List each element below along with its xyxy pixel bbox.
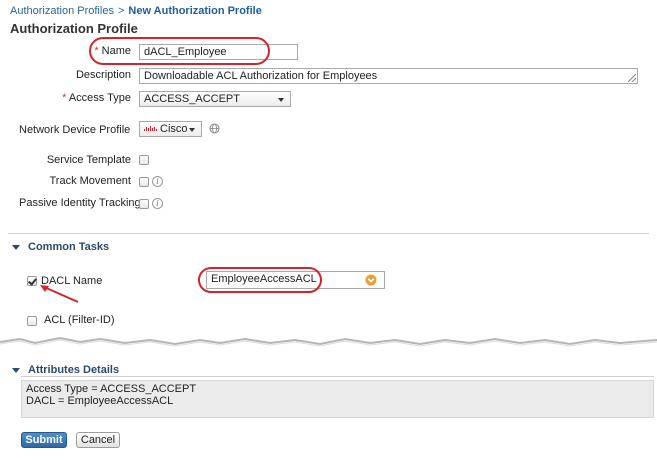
attribute-access-type: Access Type = ACCESS_ACCEPT <box>26 383 197 395</box>
network-device-profile-value: Cisco <box>160 123 188 135</box>
acl-filter-id-checkbox[interactable] <box>27 316 37 326</box>
info-icon[interactable]: i <box>152 176 163 187</box>
breadcrumb: Authorization Profiles > New Authorization… <box>10 5 262 17</box>
section-divider <box>21 376 654 377</box>
passive-identity-tracking-label: Passive Identity Tracking <box>19 197 141 209</box>
resize-grip-icon[interactable] <box>628 74 636 82</box>
service-template-checkbox[interactable] <box>139 155 149 165</box>
torn-edge-divider <box>0 336 657 347</box>
chevron-down-icon <box>189 128 195 132</box>
acl-filter-id-label: ACL (Filter-ID) <box>44 314 115 326</box>
breadcrumb-separator: > <box>117 5 125 17</box>
track-movement-checkbox[interactable] <box>139 177 149 187</box>
cancel-button[interactable]: Cancel <box>76 432 120 448</box>
access-type-select[interactable]: ACCESS_ACCEPT <box>139 91 291 107</box>
network-device-profile-label: Network Device Profile <box>19 124 131 136</box>
passive-identity-tracking-checkbox[interactable] <box>139 199 149 209</box>
attributes-details-header[interactable]: Attributes Details <box>12 364 119 376</box>
page-title: Authorization Profile <box>10 21 138 36</box>
chevron-down-icon[interactable] <box>365 274 377 286</box>
globe-icon[interactable] <box>209 123 220 134</box>
access-type-label-text: Access Type <box>68 92 131 104</box>
service-template-label: Service Template <box>46 154 131 166</box>
submit-button[interactable]: Submit <box>21 432 67 448</box>
name-label-text: Name <box>101 45 131 57</box>
breadcrumb-authorization-profiles-link[interactable]: Authorization Profiles <box>10 5 114 17</box>
arrow-icon <box>40 285 79 303</box>
network-device-profile-select[interactable]: Cisco <box>139 121 202 137</box>
chevron-down-icon <box>278 98 284 102</box>
access-type-value: ACCESS_ACCEPT <box>144 93 240 105</box>
attributes-details-box: Access Type = ACCESS_ACCEPT DACL = Emplo… <box>21 380 654 418</box>
info-icon[interactable]: i <box>152 198 163 209</box>
description-value: Downloadable ACL Authorization for Emplo… <box>144 70 378 82</box>
section-divider <box>8 233 649 234</box>
cisco-logo-icon <box>144 126 157 131</box>
required-marker: * <box>94 45 99 57</box>
name-field[interactable]: dACL_Employee <box>139 44 298 60</box>
attributes-details-title: Attributes Details <box>28 364 120 376</box>
attribute-dacl: DACL = EmployeeAccessACL <box>26 395 174 407</box>
access-type-label: * Access Type <box>62 92 131 104</box>
name-label: * Name <box>94 45 131 57</box>
dacl-name-value: EmployeeAccessACL <box>211 273 317 285</box>
description-field[interactable]: Downloadable ACL Authorization for Emplo… <box>139 68 638 84</box>
common-tasks-header[interactable]: Common Tasks <box>12 241 109 253</box>
track-movement-label: Track Movement <box>49 175 131 187</box>
breadcrumb-current: New Authorization Profile <box>128 5 262 17</box>
description-label: Description <box>75 69 131 81</box>
common-tasks-title: Common Tasks <box>28 241 110 253</box>
triangle-down-icon <box>12 367 20 373</box>
dacl-name-field[interactable]: EmployeeAccessACL <box>206 271 385 289</box>
required-marker: * <box>62 92 67 104</box>
triangle-down-icon <box>12 244 20 250</box>
